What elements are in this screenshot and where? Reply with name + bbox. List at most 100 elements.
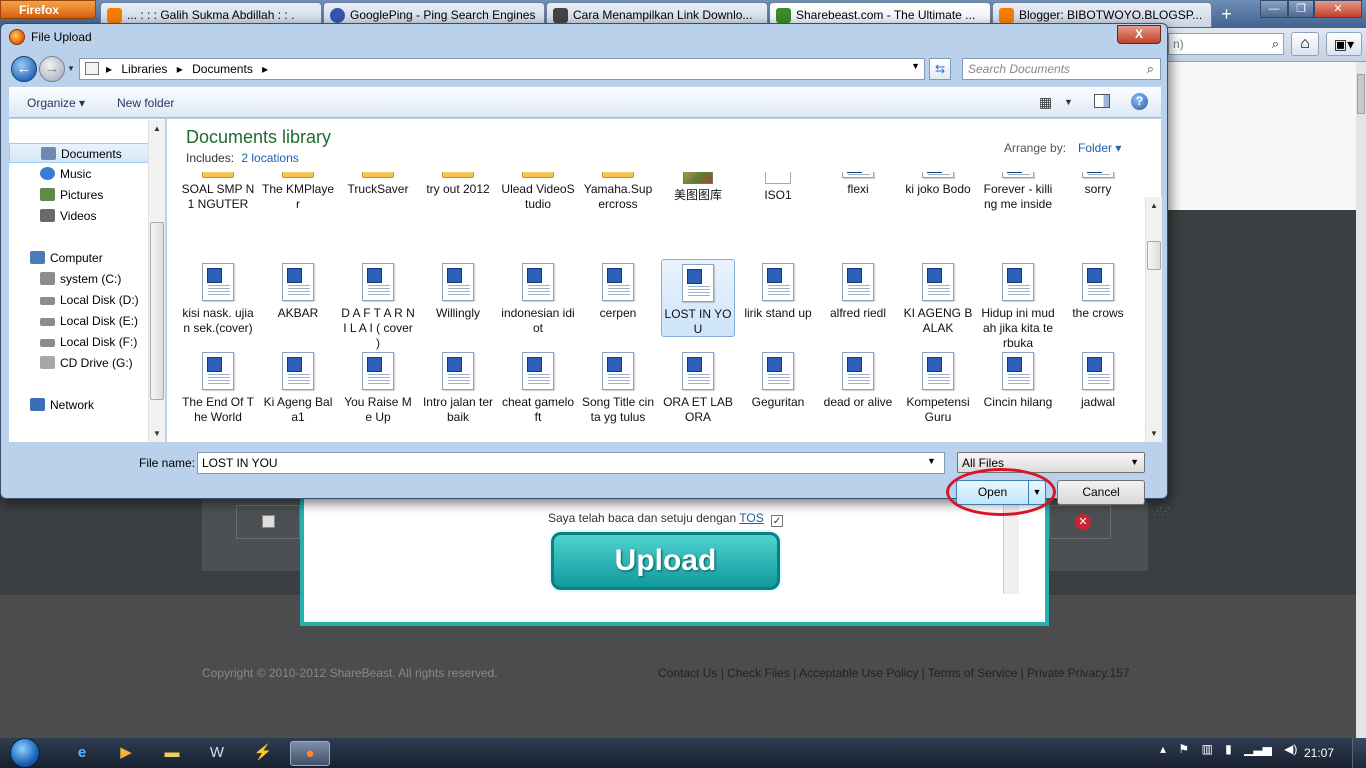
- navigation-scrollbar[interactable]: ▲ ▼: [148, 120, 165, 442]
- file-item[interactable]: Ki Ageng Bala1: [261, 348, 335, 426]
- nav-network[interactable]: Network: [9, 395, 151, 415]
- remove-icon[interactable]: ✕: [1075, 514, 1091, 530]
- word-icon[interactable]: W: [197, 741, 237, 766]
- file-item[interactable]: cheat gameloft: [501, 348, 575, 426]
- file-item[interactable]: dead or alive: [821, 348, 895, 426]
- cancel-button[interactable]: Cancel: [1057, 480, 1145, 505]
- new-tab-button[interactable]: +: [1213, 4, 1240, 26]
- nav-drive-c[interactable]: system (C:): [9, 269, 151, 289]
- file-item[interactable]: Kompetensi Guru: [901, 348, 975, 426]
- tos-link[interactable]: TOS: [739, 511, 763, 525]
- firefox-taskbar-icon[interactable]: ●: [290, 741, 330, 766]
- file-item[interactable]: The KMPlayer: [261, 172, 335, 234]
- browser-search-input[interactable]: n) ⌕: [1168, 33, 1284, 55]
- volume-icon[interactable]: ◀): [1284, 742, 1297, 756]
- home-icon[interactable]: ⌂: [1291, 32, 1319, 56]
- file-item[interactable]: SOAL SMP N 1 NGUTER: [181, 172, 255, 234]
- bookmarks-icon[interactable]: ▣▾: [1326, 32, 1362, 56]
- file-item[interactable]: ORA ET LABORA: [661, 348, 735, 426]
- breadcrumb-separator-icon[interactable]: ▸: [106, 62, 112, 76]
- file-item[interactable]: Ulead VideoStudio: [501, 172, 575, 234]
- address-bar[interactable]: ▸ Libraries ▸ Documents ▸ ▼: [79, 58, 925, 80]
- file-item-selected[interactable]: LOST IN YOU: [661, 259, 735, 337]
- restore-button[interactable]: ❐: [1288, 0, 1314, 18]
- file-item[interactable]: lirik stand up: [741, 259, 815, 337]
- breadcrumb-separator-icon[interactable]: ▸: [262, 62, 268, 76]
- nav-documents[interactable]: Documents: [9, 143, 151, 163]
- file-item[interactable]: ISO1: [741, 172, 815, 234]
- file-item[interactable]: Cincin hilang: [981, 348, 1055, 426]
- tos-checkbox[interactable]: ✓: [771, 515, 784, 527]
- action-center-flag-icon[interactable]: ⚑: [1178, 742, 1189, 756]
- resize-grip-icon[interactable]: ⋰⋰: [1153, 506, 1170, 517]
- file-item[interactable]: sorry: [1061, 172, 1135, 234]
- navigation-scrollbar-thumb[interactable]: [150, 222, 164, 400]
- file-name-input[interactable]: [197, 452, 945, 474]
- nav-music[interactable]: Music: [9, 164, 151, 184]
- help-icon[interactable]: ?: [1131, 93, 1148, 110]
- refresh-icon[interactable]: ⇆: [929, 58, 951, 80]
- view-options-dropdown-icon[interactable]: ▼: [1064, 97, 1073, 107]
- upload-button[interactable]: Upload: [551, 532, 780, 590]
- file-item[interactable]: You Raise Me Up: [341, 348, 415, 426]
- nav-drive-f[interactable]: Local Disk (F:): [9, 332, 151, 352]
- minimize-button[interactable]: —: [1260, 0, 1288, 18]
- file-item[interactable]: cerpen: [581, 259, 655, 337]
- file-list-scrollbar-thumb[interactable]: [1147, 241, 1161, 270]
- page-scrollbar[interactable]: [1356, 62, 1366, 738]
- scroll-down-icon[interactable]: ▼: [1150, 429, 1158, 438]
- firefox-menu-button[interactable]: Firefox: [0, 0, 96, 19]
- breadcrumb-libraries[interactable]: Libraries: [121, 62, 167, 76]
- arrange-by-dropdown[interactable]: Folder ▾: [1078, 141, 1121, 155]
- address-dropdown-icon[interactable]: ▼: [911, 61, 920, 71]
- organize-menu[interactable]: Organize ▾: [27, 96, 85, 110]
- file-item[interactable]: ki joko Bodo: [901, 172, 975, 234]
- breadcrumb-separator-icon[interactable]: ▸: [177, 62, 183, 76]
- nav-drive-e[interactable]: Local Disk (E:): [9, 311, 151, 331]
- new-folder-button[interactable]: New folder: [117, 96, 174, 110]
- file-item[interactable]: Hidup ini mudah jika kita terbuka: [981, 259, 1055, 350]
- search-icon[interactable]: ⌕: [1272, 36, 1279, 52]
- search-icon[interactable]: ⌕: [1147, 61, 1154, 77]
- file-item[interactable]: Willingly: [421, 259, 495, 337]
- signal-icon[interactable]: ▁▃▅: [1244, 742, 1272, 756]
- internet-explorer-icon[interactable]: e: [62, 741, 102, 766]
- file-row-checkbox[interactable]: [262, 515, 275, 528]
- locations-link[interactable]: 2 locations: [241, 151, 298, 165]
- file-item[interactable]: the crows: [1061, 259, 1135, 337]
- file-item[interactable]: jadwal: [1061, 348, 1135, 426]
- scroll-up-icon[interactable]: ▲: [153, 124, 161, 133]
- dialog-close-button[interactable]: X: [1117, 25, 1161, 44]
- close-window-button[interactable]: ✕: [1314, 0, 1362, 18]
- nav-videos[interactable]: Videos: [9, 206, 151, 226]
- show-desktop-button[interactable]: [1352, 738, 1366, 768]
- file-item[interactable]: Geguritan: [741, 348, 815, 426]
- back-arrow-icon[interactable]: ←: [11, 56, 37, 82]
- file-item[interactable]: TruckSaver: [341, 172, 415, 234]
- file-item[interactable]: The End Of The World: [181, 348, 255, 426]
- file-name-dropdown-icon[interactable]: ▼: [927, 456, 936, 466]
- file-item[interactable]: AKBAR: [261, 259, 335, 337]
- winamp-icon[interactable]: ⚡: [243, 741, 283, 766]
- file-item[interactable]: indonesian idiot: [501, 259, 575, 337]
- breadcrumb-documents[interactable]: Documents: [192, 62, 253, 76]
- file-item[interactable]: alfred riedl: [821, 259, 895, 337]
- file-item[interactable]: flexi: [821, 172, 895, 234]
- search-documents-input[interactable]: Search Documents ⌕: [962, 58, 1161, 80]
- scroll-down-icon[interactable]: ▼: [153, 429, 161, 438]
- nav-pictures[interactable]: Pictures: [9, 185, 151, 205]
- nav-drive-d[interactable]: Local Disk (D:): [9, 290, 151, 310]
- explorer-folder-icon[interactable]: ▬: [152, 741, 192, 766]
- power-icon[interactable]: ▮: [1225, 742, 1232, 756]
- start-button[interactable]: [4, 738, 48, 768]
- change-view-icon[interactable]: ▦: [1039, 94, 1052, 111]
- file-item[interactable]: try out 2012: [421, 172, 495, 234]
- scroll-up-icon[interactable]: ▲: [1150, 201, 1158, 210]
- network-status-icon[interactable]: ▥: [1201, 742, 1212, 756]
- nav-computer[interactable]: Computer: [9, 248, 151, 268]
- file-list-scrollbar[interactable]: ▲ ▼: [1145, 197, 1162, 442]
- tray-arrow-icon[interactable]: ▴: [1160, 742, 1166, 756]
- footer-links[interactable]: Contact Us | Check Files | Acceptable Us…: [658, 666, 1130, 680]
- preview-pane-icon[interactable]: [1094, 94, 1110, 108]
- file-item[interactable]: KI AGENG BALAK: [901, 259, 975, 337]
